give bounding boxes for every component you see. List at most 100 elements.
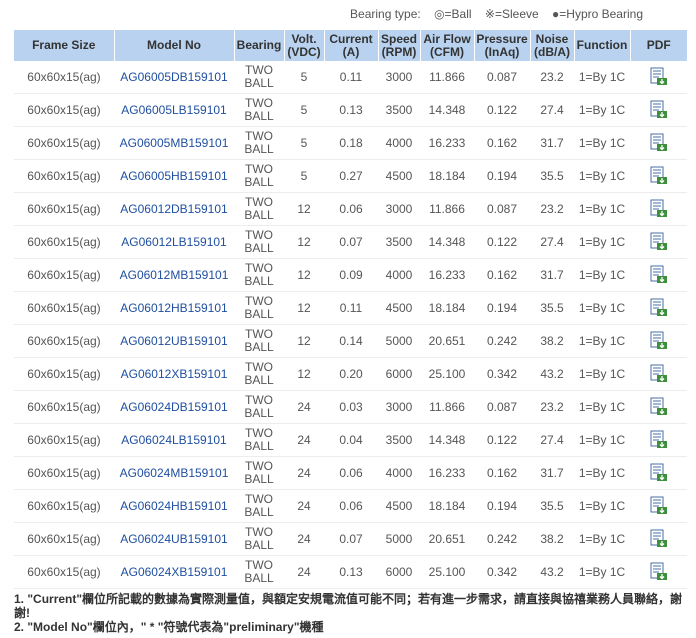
model-link[interactable]: AG06012DB159101 <box>120 202 227 216</box>
model-link[interactable]: AG06012HB159101 <box>120 301 227 315</box>
cell-bearing: TWO BALL <box>234 291 284 325</box>
model-link[interactable]: AG06024UB159101 <box>120 532 227 546</box>
model-link[interactable]: AG06005HB159101 <box>120 169 227 183</box>
cell-pressure: 0.194 <box>474 159 530 193</box>
pdf-download-icon[interactable] <box>648 562 670 582</box>
pdf-download-icon[interactable] <box>648 298 670 318</box>
cell-pressure: 0.162 <box>474 258 530 292</box>
model-link[interactable]: AG06012LB159101 <box>121 235 226 249</box>
cell-air-flow: 25.100 <box>420 555 474 589</box>
cell-noise: 43.2 <box>530 357 574 391</box>
cell-model-no: AG06024MB159101 <box>114 456 234 490</box>
cell-air-flow: 20.651 <box>420 324 474 358</box>
model-link[interactable]: AG06024HB159101 <box>120 499 227 513</box>
fan-spec-table: Frame Size Model No Bearing Volt. (VDC) C… <box>14 30 687 589</box>
cell-model-no: AG06012LB159101 <box>114 225 234 259</box>
table-row: 60x60x15(ag) AG06005LB159101 TWO BALL 5 0.13 3… <box>14 93 687 127</box>
pdf-download-icon[interactable] <box>648 463 670 483</box>
cell-function: 1=By 1C <box>574 390 630 424</box>
model-link[interactable]: AG06005LB159101 <box>121 103 226 117</box>
cell-pressure: 0.087 <box>474 61 530 94</box>
cell-function: 1=By 1C <box>574 126 630 160</box>
cell-model-no: AG06012UB159101 <box>114 324 234 358</box>
cell-pressure: 0.162 <box>474 456 530 490</box>
cell-speed: 6000 <box>378 555 420 589</box>
cell-bearing: TWO BALL <box>234 93 284 127</box>
cell-frame-size: 60x60x15(ag) <box>14 489 114 523</box>
pdf-download-icon[interactable] <box>648 397 670 417</box>
cell-air-flow: 18.184 <box>420 489 474 523</box>
cell-noise: 23.2 <box>530 61 574 94</box>
cell-frame-size: 60x60x15(ag) <box>14 555 114 589</box>
header-noise: Noise (dB/A) <box>530 30 575 61</box>
pdf-download-icon[interactable] <box>648 199 670 219</box>
cell-function: 1=By 1C <box>574 489 630 523</box>
model-link[interactable]: AG06012MB159101 <box>120 268 229 282</box>
cell-bearing: TWO BALL <box>234 258 284 292</box>
model-link[interactable]: AG06024XB159101 <box>121 565 228 579</box>
cell-volt: 24 <box>284 456 324 490</box>
cell-volt: 24 <box>284 423 324 457</box>
note-model-no: 2. "Model No"欄位內，" * "符號代表為"preliminary"… <box>14 620 324 634</box>
model-link[interactable]: AG06024MB159101 <box>120 466 229 480</box>
model-link[interactable]: AG06024DB159101 <box>120 400 227 414</box>
cell-speed: 5000 <box>378 324 420 358</box>
pdf-download-icon[interactable] <box>648 430 670 450</box>
cell-volt: 5 <box>284 126 324 160</box>
cell-pressure: 0.162 <box>474 126 530 160</box>
cell-current: 0.18 <box>324 126 378 160</box>
cell-bearing: TWO BALL <box>234 225 284 259</box>
model-link[interactable]: AG06024LB159101 <box>121 433 226 447</box>
cell-function: 1=By 1C <box>574 522 630 556</box>
pdf-download-icon[interactable] <box>648 331 670 351</box>
pdf-download-icon[interactable] <box>648 166 670 186</box>
pdf-download-icon[interactable] <box>648 496 670 516</box>
table-row: 60x60x15(ag) AG06012XB159101 TWO BALL 12 0.20… <box>14 357 687 391</box>
model-link[interactable]: AG06012UB159101 <box>120 334 227 348</box>
cell-volt: 12 <box>284 357 324 391</box>
cell-frame-size: 60x60x15(ag) <box>14 192 114 226</box>
cell-volt: 12 <box>284 225 324 259</box>
table-row: 60x60x15(ag) AG06005MB159101 TWO BALL 5 0.18 4… <box>14 126 687 160</box>
pdf-download-icon[interactable] <box>648 364 670 384</box>
legend-ball: ◎=Ball <box>434 7 472 21</box>
cell-frame-size: 60x60x15(ag) <box>14 357 114 391</box>
table-row: 60x60x15(ag) AG06012MB159101 TWO BALL 12 0.09… <box>14 258 687 292</box>
cell-pressure: 0.087 <box>474 390 530 424</box>
cell-pressure: 0.342 <box>474 555 530 589</box>
cell-model-no: AG06024HB159101 <box>114 489 234 523</box>
pdf-download-icon[interactable] <box>648 232 670 252</box>
header-model-no: Model No <box>114 30 235 61</box>
cell-air-flow: 14.348 <box>420 225 474 259</box>
cell-speed: 5000 <box>378 522 420 556</box>
pdf-download-icon[interactable] <box>648 133 670 153</box>
header-air-flow: Air Flow (CFM) <box>420 30 475 61</box>
table-row: 60x60x15(ag) AG06012UB159101 TWO BALL 12 0.14… <box>14 324 687 358</box>
model-link[interactable]: AG06012XB159101 <box>121 367 228 381</box>
model-link[interactable]: AG06005MB159101 <box>120 136 229 150</box>
cell-bearing: TWO BALL <box>234 324 284 358</box>
cell-noise: 27.4 <box>530 225 574 259</box>
cell-current: 0.20 <box>324 357 378 391</box>
cell-bearing: TWO BALL <box>234 390 284 424</box>
cell-frame-size: 60x60x15(ag) <box>14 522 114 556</box>
pdf-download-icon[interactable] <box>648 100 670 120</box>
model-link[interactable]: AG06005DB159101 <box>120 70 227 84</box>
cell-bearing: TWO BALL <box>234 357 284 391</box>
cell-bearing: TWO BALL <box>234 126 284 160</box>
cell-air-flow: 25.100 <box>420 357 474 391</box>
cell-bearing: TWO BALL <box>234 489 284 523</box>
cell-pressure: 0.242 <box>474 522 530 556</box>
cell-pdf <box>630 225 687 259</box>
pdf-download-icon[interactable] <box>648 67 670 87</box>
cell-bearing: TWO BALL <box>234 555 284 589</box>
cell-volt: 12 <box>284 324 324 358</box>
cell-model-no: AG06005MB159101 <box>114 126 234 160</box>
legend-label: Bearing type: <box>350 7 421 21</box>
cell-pressure: 0.242 <box>474 324 530 358</box>
cell-frame-size: 60x60x15(ag) <box>14 291 114 325</box>
pdf-download-icon[interactable] <box>648 265 670 285</box>
header-speed: Speed (RPM) <box>378 30 421 61</box>
pdf-download-icon[interactable] <box>648 529 670 549</box>
cell-function: 1=By 1C <box>574 555 630 589</box>
